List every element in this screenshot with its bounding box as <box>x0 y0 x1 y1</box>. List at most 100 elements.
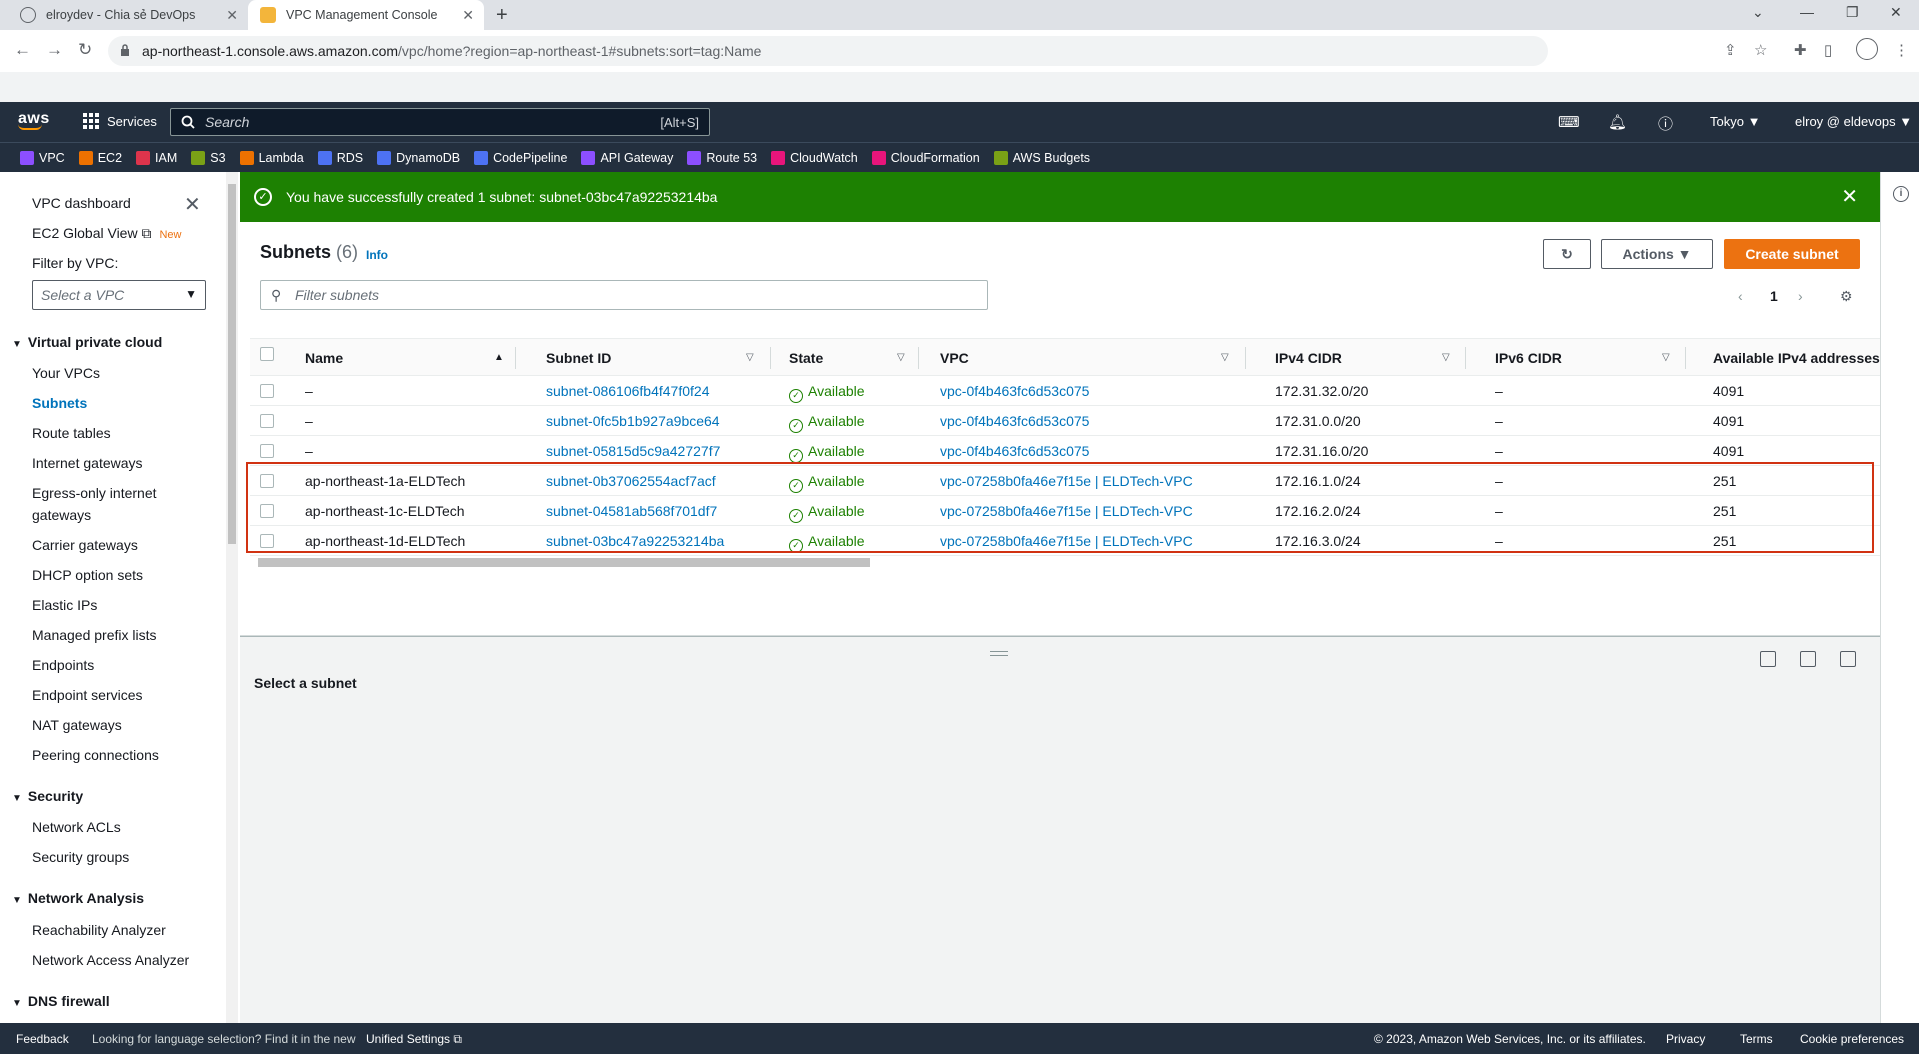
sidebar-item-internet-gateways[interactable]: Internet gateways <box>32 455 143 471</box>
favorite-cloudwatch[interactable]: CloudWatch <box>771 150 858 165</box>
cookie-preferences-link[interactable]: Cookie preferences <box>1800 1032 1904 1046</box>
forward-icon[interactable]: → <box>46 40 63 60</box>
sidebar-item-peering-connections[interactable]: Peering connections <box>32 747 159 763</box>
feedback-link[interactable]: Feedback <box>16 1032 69 1046</box>
table-row[interactable]: – subnet-05815d5c9a42727f7 ✓ Available vp… <box>250 436 1880 466</box>
new-tab-icon[interactable]: + <box>496 4 508 27</box>
info-link[interactable]: Info <box>366 248 388 262</box>
row-checkbox[interactable] <box>260 504 274 518</box>
sidebar-item-vpc-dashboard[interactable]: VPC dashboard <box>32 195 131 211</box>
sidebar-item-network-access-analyzer[interactable]: Network Access Analyzer <box>32 952 189 968</box>
section-security[interactable]: ▼ Security <box>12 788 83 804</box>
browser-menu-icon[interactable]: ⋮ <box>1894 41 1909 59</box>
sort-icon[interactable]: ▽ <box>1221 352 1229 363</box>
subnet-id-link[interactable]: subnet-086106fb4f47f0f24 <box>546 383 709 399</box>
console-search-input[interactable]: Search [Alt+S] <box>170 108 710 136</box>
favorite-codepipeline[interactable]: CodePipeline <box>474 150 567 165</box>
vpc-link[interactable]: vpc-0f4b463fc6d53c075 <box>940 383 1089 399</box>
filter-subnets-input[interactable]: ⚲ Filter subnets <box>260 280 988 310</box>
row-checkbox[interactable] <box>260 444 274 458</box>
subnet-id-link[interactable]: subnet-05815d5c9a42727f7 <box>546 443 720 459</box>
section-dns-firewall[interactable]: ▼ DNS firewall <box>12 993 110 1009</box>
sort-icon[interactable]: ▽ <box>1442 352 1450 363</box>
privacy-link[interactable]: Privacy <box>1666 1032 1705 1046</box>
panel-bottom-icon[interactable] <box>1760 651 1776 667</box>
next-page-icon[interactable]: › <box>1798 288 1803 304</box>
table-horizontal-scrollbar[interactable] <box>246 556 1876 568</box>
sidebar-item-route-tables[interactable]: Route tables <box>32 425 111 441</box>
col-available-ipv4[interactable]: Available IPv4 addresses <box>1713 350 1880 366</box>
sidebar-item-endpoints[interactable]: Endpoints <box>32 657 94 673</box>
page-number[interactable]: 1 <box>1770 288 1778 304</box>
sidebar-item-security-groups[interactable]: Security groups <box>32 849 129 865</box>
browser-tab-elroydev[interactable]: elroydev - Chia sẻ DevOps ✕ <box>8 0 248 30</box>
tab-search-icon[interactable]: ⌄ <box>1752 4 1764 21</box>
unified-settings-link[interactable]: Unified Settings ⧉ <box>366 1032 462 1047</box>
account-menu[interactable]: elroy @ eldevops ▼ <box>1795 114 1912 129</box>
vpc-link[interactable]: vpc-07258b0fa46e7f15e | ELDTech-VPC <box>940 533 1193 549</box>
favorite-lambda[interactable]: Lambda <box>239 150 304 165</box>
cloudshell-icon[interactable]: ⌨ <box>1558 113 1580 131</box>
table-row[interactable]: – subnet-0fc5b1b927a9bce64 ✓ Available vp… <box>250 406 1880 436</box>
favorite-api-gateway[interactable]: API Gateway <box>581 150 673 165</box>
section-virtual-private-cloud[interactable]: ▼ Virtual private cloud <box>12 334 162 350</box>
row-checkbox[interactable] <box>260 474 274 488</box>
favorite-iam[interactable]: IAM <box>136 150 177 165</box>
section-network-analysis[interactable]: ▼ Network Analysis <box>12 890 144 906</box>
sidebar-scrollbar[interactable] <box>226 172 238 1023</box>
sidebar-item-egress-only-gateways[interactable]: Egress-only internet <box>32 485 157 501</box>
row-checkbox[interactable] <box>260 414 274 428</box>
col-vpc[interactable]: VPC <box>940 350 969 366</box>
favorite-s3[interactable]: S3 <box>191 150 226 165</box>
preferences-gear-icon[interactable]: ⚙ <box>1840 288 1853 305</box>
favorite-route53[interactable]: Route 53 <box>687 150 757 165</box>
browser-tab-vpc-console[interactable]: VPC Management Console ✕ <box>248 0 484 30</box>
favorite-dynamodb[interactable]: DynamoDB <box>377 150 460 165</box>
favorite-ec2[interactable]: EC2 <box>78 150 122 165</box>
vpc-filter-select[interactable]: Select a VPC ▼ <box>32 280 206 310</box>
sort-icon[interactable]: ▽ <box>897 352 905 363</box>
back-icon[interactable]: ← <box>14 40 31 60</box>
subnet-id-link[interactable]: subnet-03bc47a92253214ba <box>546 533 724 549</box>
sort-icon[interactable]: ▽ <box>746 352 754 363</box>
create-subnet-button[interactable]: Create subnet <box>1724 239 1860 269</box>
subnet-id-link[interactable]: subnet-0b37062554acf7acf <box>546 473 716 489</box>
notifications-bell-icon[interactable]: 🔔︎ <box>1608 113 1627 131</box>
sidebar-item-dhcp-option-sets[interactable]: DHCP option sets <box>32 567 143 583</box>
table-row[interactable]: ap-northeast-1c-ELDTech subnet-04581ab56… <box>250 496 1880 526</box>
col-state[interactable]: State <box>789 350 823 366</box>
share-icon[interactable]: ⇪ <box>1724 41 1737 59</box>
actions-button[interactable]: Actions ▼ <box>1601 239 1713 269</box>
panel-side-icon[interactable] <box>1800 651 1816 667</box>
favorite-rds[interactable]: RDS <box>317 150 363 165</box>
vpc-link[interactable]: vpc-07258b0fa46e7f15e | ELDTech-VPC <box>940 473 1193 489</box>
help-icon[interactable]: ⓘ <box>1658 113 1673 134</box>
sidebar-item-carrier-gateways[interactable]: Carrier gateways <box>32 537 138 553</box>
subnet-id-link[interactable]: subnet-04581ab568f701df7 <box>546 503 717 519</box>
close-sidebar-icon[interactable]: ✕ <box>184 192 201 217</box>
sidebar-item-network-acls[interactable]: Network ACLs <box>32 819 121 835</box>
extensions-icon[interactable]: ✚ <box>1794 41 1807 59</box>
resize-handle[interactable] <box>990 651 1008 656</box>
sidebar-item-managed-prefix-lists[interactable]: Managed prefix lists <box>32 627 157 643</box>
refresh-button[interactable]: ↻ <box>1543 239 1591 269</box>
bookmark-star-icon[interactable]: ☆ <box>1754 41 1767 59</box>
col-ipv6-cidr[interactable]: IPv6 CIDR <box>1495 350 1562 366</box>
dismiss-flash-icon[interactable]: ✕ <box>1841 184 1858 209</box>
aws-logo[interactable]: aws <box>18 110 50 130</box>
sidebar-item-subnets[interactable]: Subnets <box>32 395 87 411</box>
close-tab-icon[interactable]: ✕ <box>226 7 238 24</box>
subnet-id-link[interactable]: subnet-0fc5b1b927a9bce64 <box>546 413 720 429</box>
table-row[interactable]: ap-northeast-1d-ELDTech subnet-03bc47a92… <box>250 526 1880 556</box>
terms-link[interactable]: Terms <box>1740 1032 1773 1046</box>
panel-maximize-icon[interactable] <box>1840 651 1856 667</box>
favorite-aws-budgets[interactable]: AWS Budgets <box>993 150 1090 165</box>
row-checkbox[interactable] <box>260 534 274 548</box>
sidebar-item-egress-only-gateways-line2[interactable]: gateways <box>32 507 91 523</box>
sidebar-item-elastic-ips[interactable]: Elastic IPs <box>32 597 97 613</box>
col-name[interactable]: Name <box>305 350 343 366</box>
sidebar-item-ec2-global-view[interactable]: EC2 Global View ⧉ New <box>32 225 181 242</box>
vpc-link[interactable]: vpc-0f4b463fc6d53c075 <box>940 443 1089 459</box>
reload-icon[interactable]: ↻ <box>78 40 92 60</box>
vpc-link[interactable]: vpc-0f4b463fc6d53c075 <box>940 413 1089 429</box>
